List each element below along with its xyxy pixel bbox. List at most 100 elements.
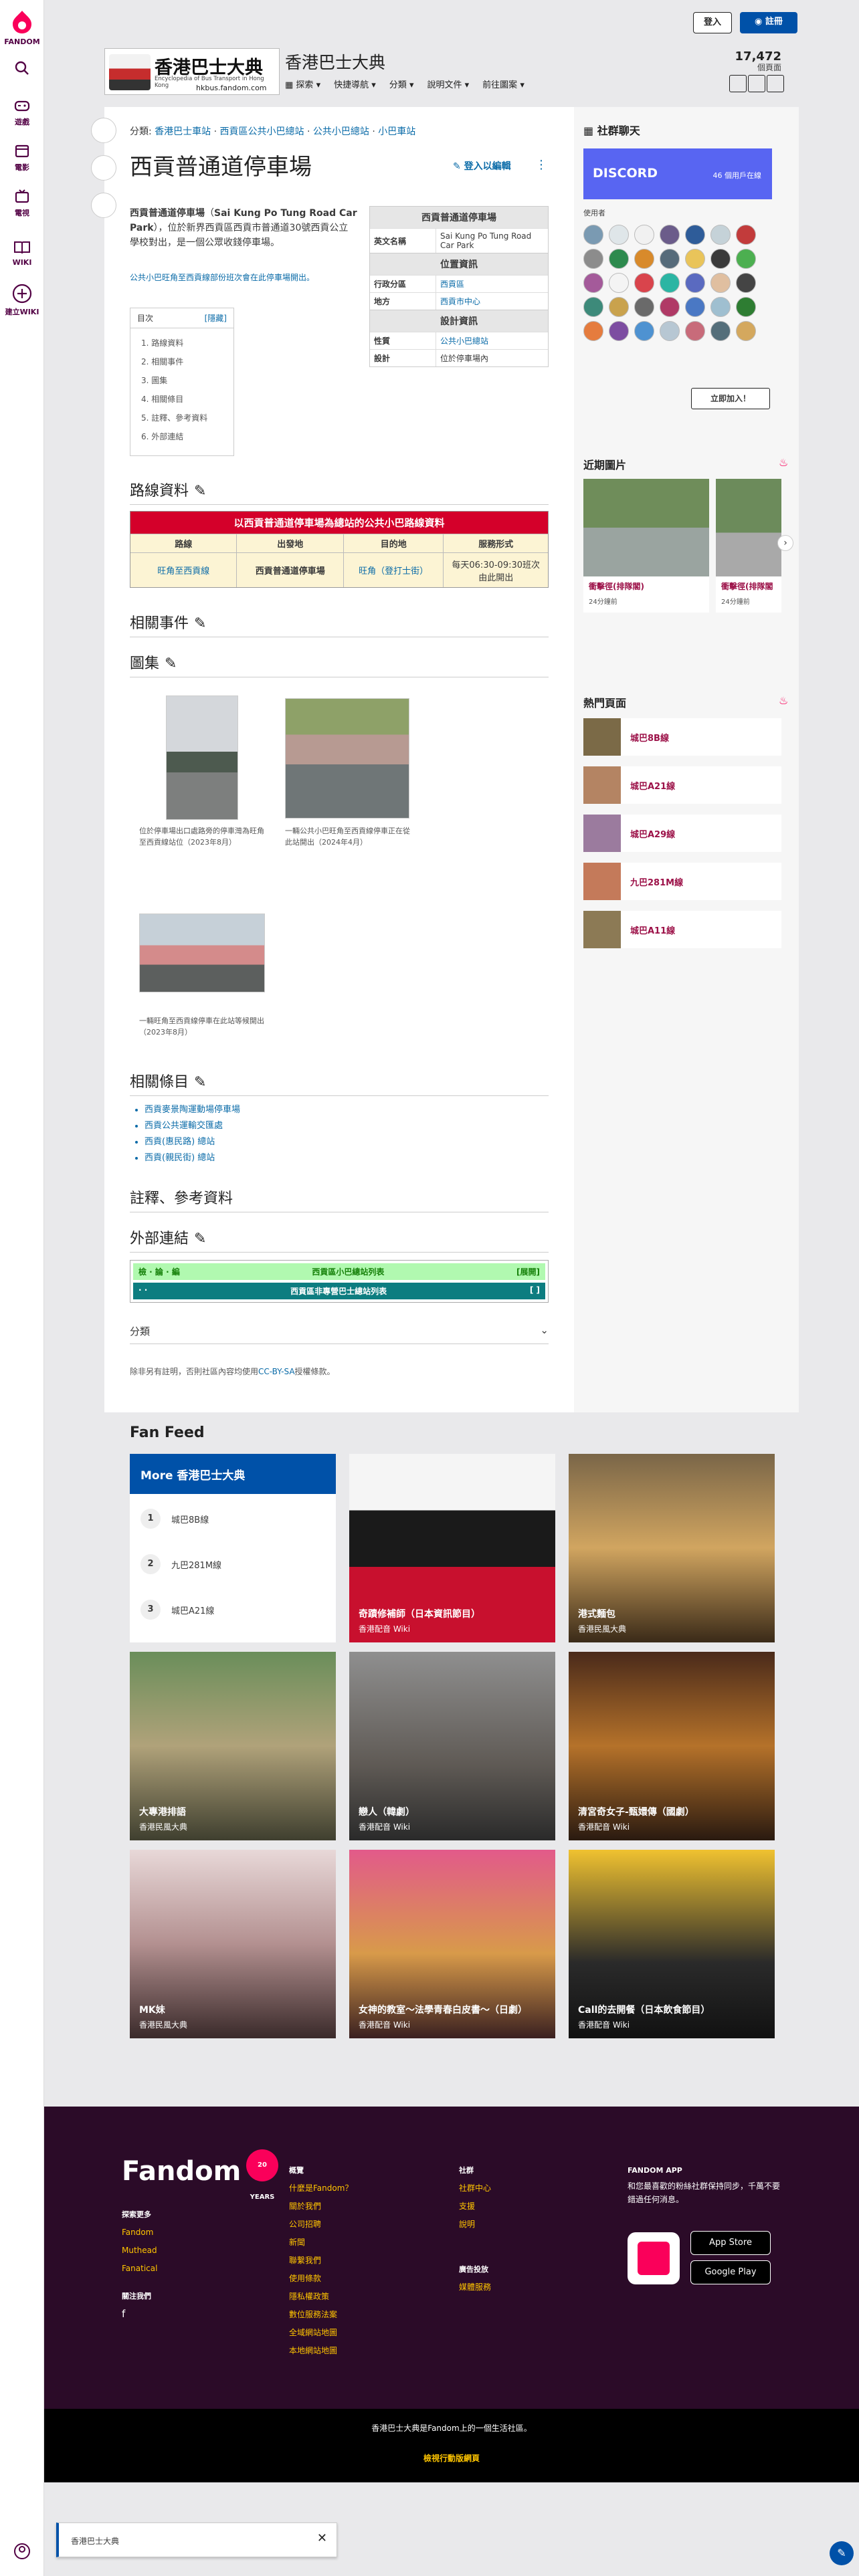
footer-link[interactable]: 說明 xyxy=(459,2216,491,2234)
fandom-logo[interactable]: FANDOM xyxy=(0,9,44,46)
fan-feed-tile[interactable]: 奇蹟修補師（日本資訊節目） 香港配音 Wiki xyxy=(349,1454,555,1642)
edit-fab-icon[interactable]: ✎ xyxy=(830,2541,854,2565)
edit-section-icon[interactable]: ✎ xyxy=(194,483,206,500)
fan-feed-tile[interactable]: Call的去開餐（日本飲食節目） 香港配音 Wiki xyxy=(569,1850,775,2038)
edit-section-icon[interactable]: ✎ xyxy=(194,615,206,632)
toc-toggle[interactable]: [隱藏] xyxy=(205,312,227,324)
navbox-toggle[interactable]: [展開] xyxy=(516,1266,540,1277)
categories-toggle[interactable]: 分類 ⌄ xyxy=(130,1324,549,1344)
footer-link[interactable]: 聯繫我們 xyxy=(289,2252,353,2270)
fan-feed-tile[interactable]: 清宮奇女子-甄嬛傳（國劇） 香港配音 Wiki xyxy=(569,1652,775,1840)
hot-page-item[interactable]: 九巴281M線 xyxy=(583,863,781,900)
carousel-next-icon[interactable]: › xyxy=(777,535,793,551)
toc-item[interactable]: 5. 註釋、參考資料 xyxy=(141,409,223,427)
list-item[interactable]: 3 城巴A21線 xyxy=(140,1600,214,1620)
wiki-title[interactable]: 香港巴士大典 xyxy=(285,49,385,74)
footer-link[interactable]: Fandom xyxy=(122,2224,157,2242)
navbox-toggle[interactable]: [ ] xyxy=(530,1285,540,1297)
rail-games[interactable]: 遊戲 xyxy=(0,98,44,127)
footer-link[interactable]: 媒體服務 xyxy=(459,2278,491,2296)
hot-page-item[interactable]: 城巴8B線 xyxy=(583,718,781,756)
rail-wiki[interactable]: WIKI xyxy=(0,239,44,267)
breadcrumb-link[interactable]: 香港巴士車站 xyxy=(155,126,211,137)
join-discord-button[interactable]: 立即加入！ xyxy=(691,388,770,409)
footer-link[interactable]: Muthead xyxy=(122,2242,157,2260)
share-icon[interactable] xyxy=(748,75,765,92)
wiki-logo[interactable]: 香港巴士大典 Encyclopedia of Bus Transport in … xyxy=(104,48,280,95)
nav-categories[interactable]: 分類 ▾ xyxy=(389,78,414,90)
mobile-view-link[interactable]: 檢視行動版網頁 xyxy=(44,2452,859,2464)
breadcrumb-link[interactable]: 小巴車站 xyxy=(378,126,415,137)
footer-link[interactable]: 本地網站地圖 xyxy=(289,2342,353,2360)
gallery-image[interactable] xyxy=(139,914,265,992)
expand-icon[interactable] xyxy=(91,118,116,143)
nav-explore[interactable]: ▦ 探索 ▾ xyxy=(285,78,320,90)
edit-section-icon[interactable]: ✎ xyxy=(194,1230,206,1247)
footer-link[interactable]: 支援 xyxy=(459,2197,491,2216)
fan-feed-tile[interactable]: 戀人（韓劇） 香港配音 Wiki xyxy=(349,1652,555,1840)
rail-create-wiki[interactable]: 建立WIKI xyxy=(0,284,44,317)
list-item[interactable]: 2 九巴281M線 xyxy=(140,1554,221,1574)
close-icon[interactable]: ✕ xyxy=(317,2531,327,2545)
vde-links[interactable]: 檢 · 論 · 編 xyxy=(138,1266,180,1277)
footer-link[interactable]: 隱私權政策 xyxy=(289,2288,353,2306)
footer-link[interactable]: 公司招聘 xyxy=(289,2216,353,2234)
breadcrumb-link[interactable]: 公共小巴總站 xyxy=(313,126,369,137)
footer-logo[interactable]: Fandom xyxy=(122,2156,241,2187)
footer-link[interactable]: 關於我們 xyxy=(289,2197,353,2216)
toc-item[interactable]: 4. 相關條目 xyxy=(141,390,223,409)
list-item[interactable]: 西貢(惠民路) 總站 xyxy=(145,1134,240,1150)
toc-item[interactable]: 6. 外部連結 xyxy=(141,427,223,446)
nav-quick[interactable]: 快捷導航 ▾ xyxy=(334,78,376,90)
fan-feed-tile[interactable]: 女神的教室～法學青春白皮書～（日劇） 香港配音 Wiki xyxy=(349,1850,555,2038)
recent-image-card[interactable]: 衝擊徑(排隊閣 24分鐘前 xyxy=(716,479,781,613)
footer-link[interactable]: 數位服務法案 xyxy=(289,2306,353,2324)
fan-feed-tile[interactable]: MK妹 香港民風大典 xyxy=(130,1850,336,2038)
facebook-icon[interactable]: f xyxy=(122,2305,157,2323)
hot-page-item[interactable]: 城巴A21線 xyxy=(583,766,781,804)
hot-page-item[interactable]: 城巴A11線 xyxy=(583,911,781,948)
list-item[interactable]: 1 城巴8B線 xyxy=(140,1509,209,1529)
breadcrumb-link[interactable]: 西貢區公共小巴總站 xyxy=(220,126,304,137)
nav-docs[interactable]: 說明文件 ▾ xyxy=(427,78,469,90)
footer-link[interactable]: 全域網站地圖 xyxy=(289,2324,353,2342)
google-play-button[interactable]: Google Play xyxy=(690,2260,771,2284)
hot-page-item[interactable]: 城巴A29線 xyxy=(583,815,781,852)
theme-toggle-icon[interactable] xyxy=(767,75,784,92)
more-options-icon[interactable]: ⋮ xyxy=(535,158,547,172)
toc-item[interactable]: 2. 相關事件 xyxy=(141,352,223,371)
rail-movies[interactable]: 電影 xyxy=(0,143,44,173)
rail-user[interactable] xyxy=(0,2543,44,2563)
register-button[interactable]: ◉ 註冊 xyxy=(740,12,797,33)
gallery-image[interactable] xyxy=(285,698,409,819)
footer-link[interactable]: 社群中心 xyxy=(459,2179,491,2197)
license-link[interactable]: CC-BY-SA xyxy=(258,1367,295,1376)
fan-feed-tile[interactable]: 大專港排語 香港民風大典 xyxy=(130,1652,336,1840)
login-button[interactable]: 登入 xyxy=(693,12,732,33)
list-item[interactable]: 西貢公共運輸交匯處 xyxy=(145,1118,240,1134)
toc-item[interactable]: 1. 路線資料 xyxy=(141,334,223,352)
gallery-image[interactable] xyxy=(166,695,238,820)
toc-item[interactable]: 3. 圖集 xyxy=(141,371,223,390)
discord-widget[interactable]: DISCORD 46 個用戶在線 xyxy=(583,148,772,199)
edit-section-icon[interactable]: ✎ xyxy=(194,1074,206,1091)
edit-icon[interactable] xyxy=(91,193,116,218)
app-store-button[interactable]: App Store xyxy=(690,2231,771,2255)
nav-goto[interactable]: 前往圖案 ▾ xyxy=(482,78,524,90)
recent-image-card[interactable]: 衝擊徑(排隊閣) 24分鐘前 xyxy=(583,479,709,613)
footer-link[interactable]: 使用條款 xyxy=(289,2270,353,2288)
footer-link[interactable]: 新聞 xyxy=(289,2234,353,2252)
rail-tv[interactable]: 電視 xyxy=(0,189,44,218)
footer-link[interactable]: 什麼是Fandom？ xyxy=(289,2179,353,2197)
list-item[interactable]: 西貢麥景陶運動場停車場 xyxy=(145,1102,240,1118)
fan-feed-tile[interactable]: 港式麵包 香港民風大典 xyxy=(569,1454,775,1642)
footer-link[interactable]: Fanatical xyxy=(122,2260,157,2278)
edit-section-icon[interactable]: ✎ xyxy=(165,655,177,672)
edit-button[interactable]: ✎ 登入以編輯 xyxy=(453,159,511,173)
fandom-app-icon[interactable] xyxy=(628,2232,680,2284)
rail-search[interactable] xyxy=(0,60,44,79)
list-item[interactable]: 西貢(親民街) 總站 xyxy=(145,1150,240,1166)
route-link[interactable]: 旺角至西貢線 xyxy=(130,552,237,587)
toc-icon[interactable] xyxy=(91,155,116,181)
search-icon[interactable] xyxy=(729,75,747,92)
